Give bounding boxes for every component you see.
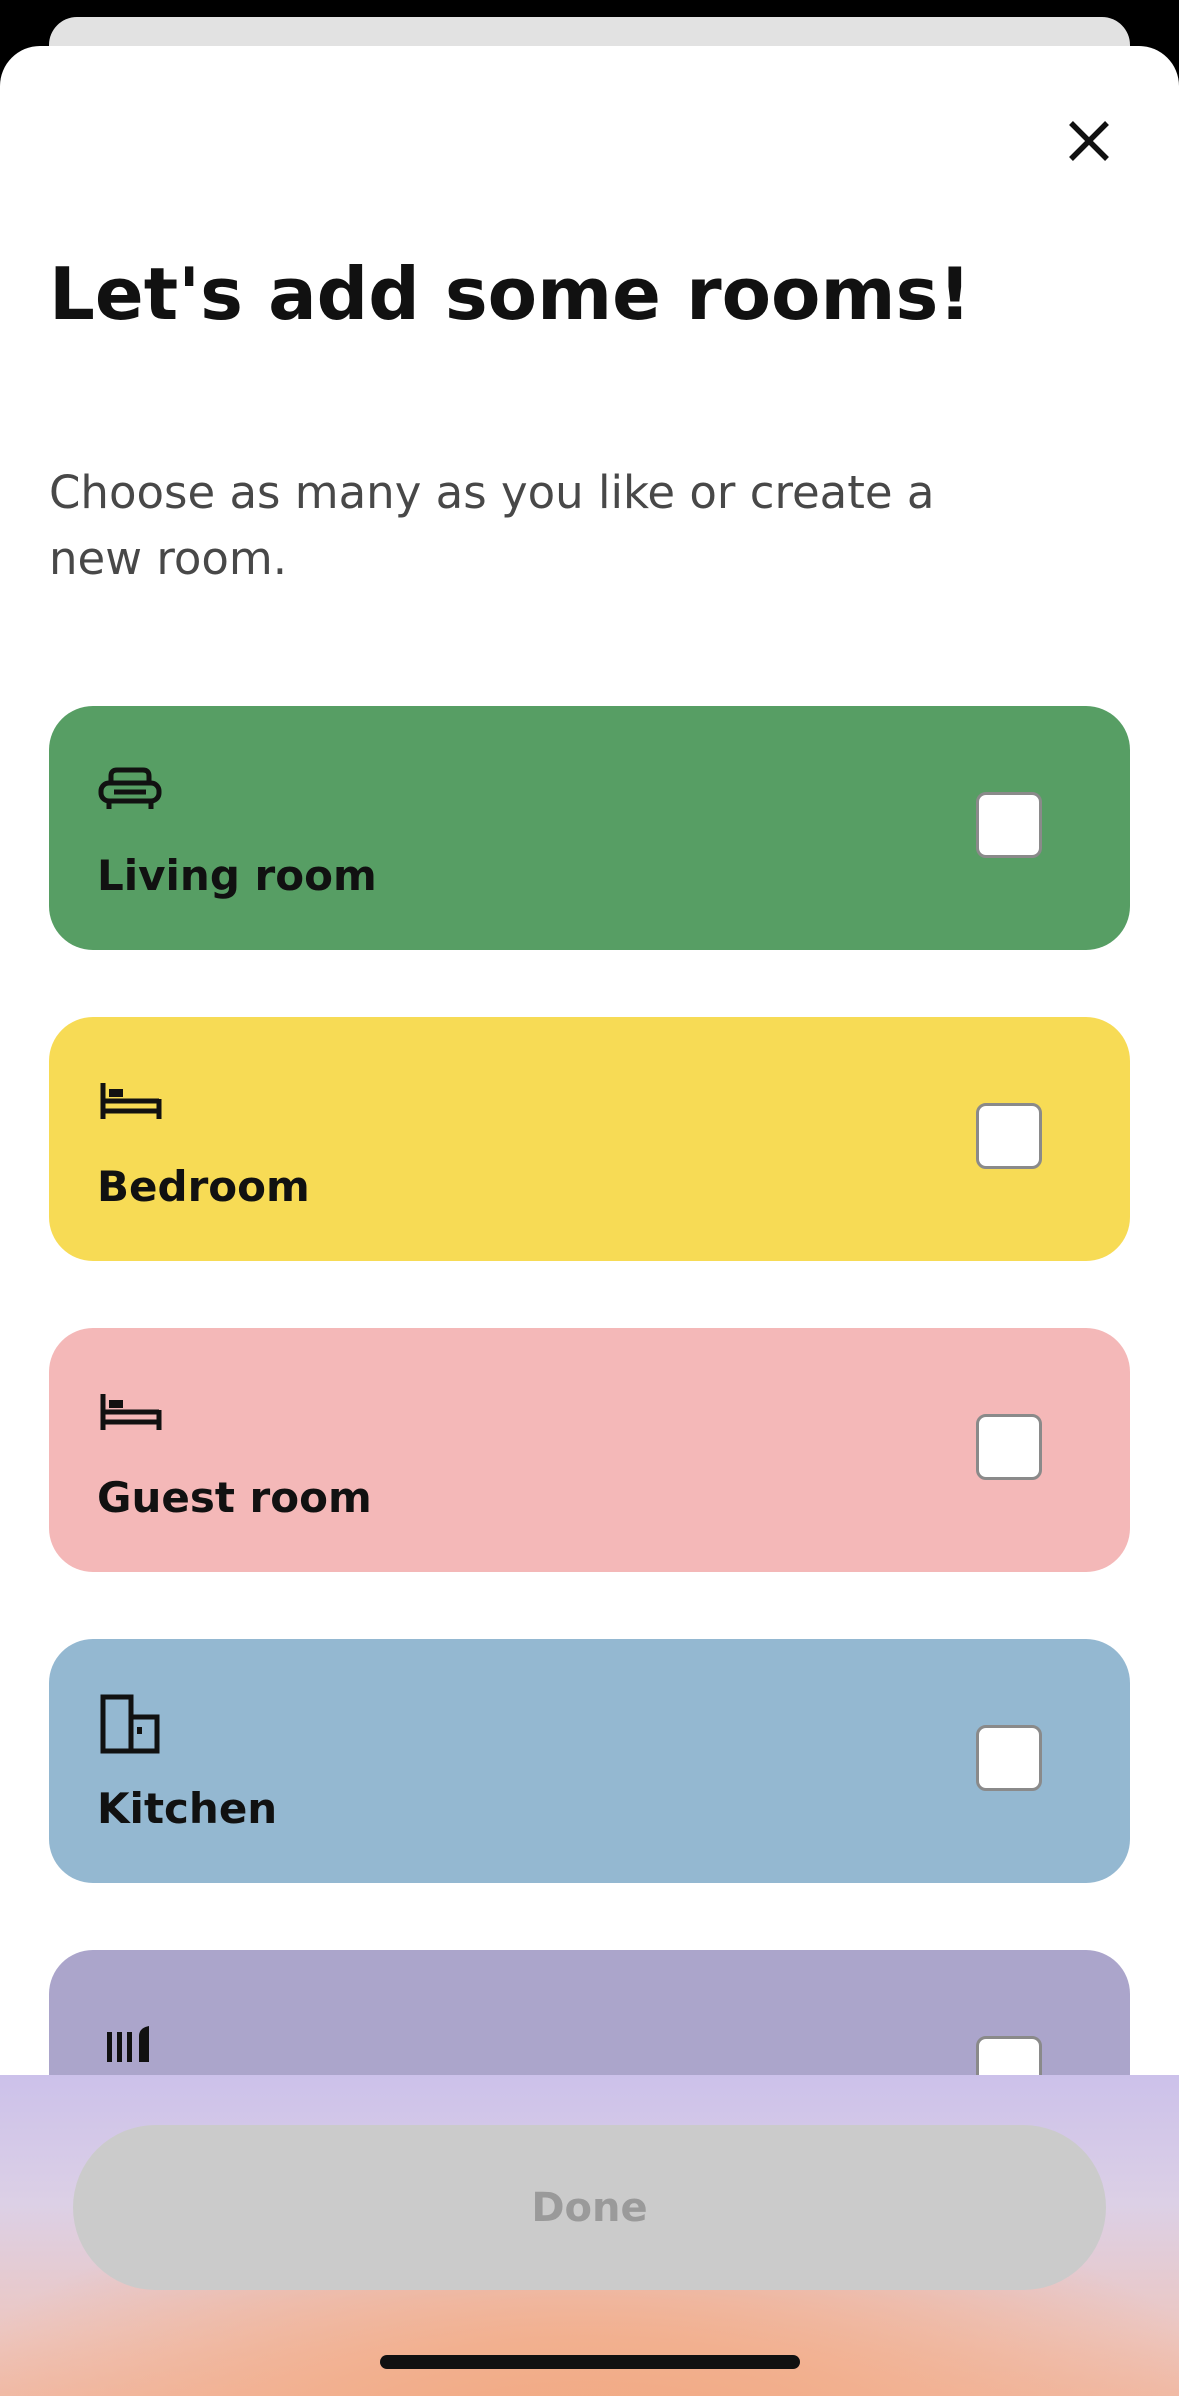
room-checkbox-guest-room[interactable] bbox=[976, 1414, 1042, 1480]
shelf-icon bbox=[107, 2026, 149, 2062]
room-checkbox-kitchen[interactable] bbox=[976, 1725, 1042, 1791]
room-card-living-room[interactable]: Living room bbox=[49, 706, 1130, 950]
room-card-bedroom[interactable]: Bedroom bbox=[49, 1017, 1130, 1261]
room-label-kitchen: Kitchen bbox=[97, 1784, 278, 1833]
room-label-living-room: Living room bbox=[97, 851, 377, 900]
add-rooms-sheet: Let's add some rooms! Choose as many as … bbox=[0, 46, 1179, 2396]
footer-gradient: Done bbox=[0, 2075, 1179, 2396]
bed-icon bbox=[100, 1394, 162, 1430]
room-card-kitchen[interactable]: Kitchen bbox=[49, 1639, 1130, 1883]
kitchen-cabinet-icon bbox=[100, 1694, 160, 1754]
home-indicator bbox=[380, 2355, 800, 2369]
close-icon bbox=[1069, 121, 1109, 161]
room-label-guest-room: Guest room bbox=[97, 1473, 372, 1522]
close-button[interactable] bbox=[1054, 106, 1124, 176]
sofa-icon bbox=[98, 767, 162, 809]
room-checkbox-living-room[interactable] bbox=[976, 792, 1042, 858]
room-checkbox-bedroom[interactable] bbox=[976, 1103, 1042, 1169]
room-label-bedroom: Bedroom bbox=[97, 1162, 310, 1211]
page-title: Let's add some rooms! bbox=[49, 252, 972, 336]
done-button[interactable]: Done bbox=[73, 2125, 1106, 2290]
page-subtitle: Choose as many as you like or create a n… bbox=[49, 466, 935, 585]
room-card-guest-room[interactable]: Guest room bbox=[49, 1328, 1130, 1572]
bed-icon bbox=[100, 1083, 162, 1119]
